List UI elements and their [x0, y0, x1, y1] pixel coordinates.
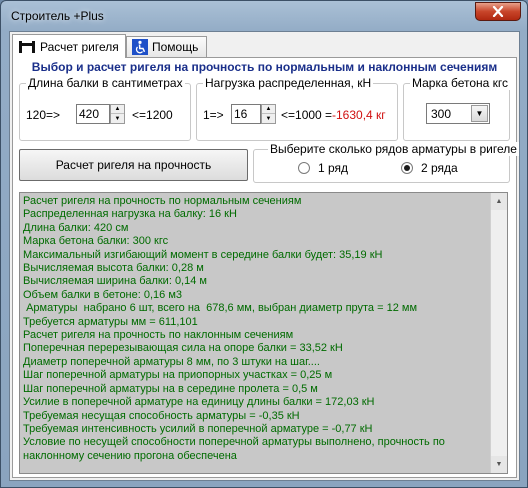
tab-help[interactable]: Помощь: [126, 36, 207, 57]
vertical-scrollbar[interactable]: ▲ ▼: [490, 193, 507, 473]
spin-down-icon[interactable]: ▼: [262, 114, 275, 123]
radio-button-selected[interactable]: [401, 162, 413, 174]
result-line: Длина балки: 420 см: [23, 221, 129, 234]
client-area: Расчет ригеля Помощь Выбор и расчет риге…: [9, 31, 520, 481]
spin-up-icon[interactable]: ▲: [111, 105, 124, 114]
result-line: Условие по несущей способности поперечно…: [23, 436, 448, 462]
radio-button[interactable]: [298, 162, 310, 174]
scroll-up-icon[interactable]: ▲: [491, 193, 507, 210]
results-textarea[interactable]: Расчет ригеля на прочность по нормальным…: [19, 192, 508, 474]
result-line: Требуемая интенсивность усилий в попереч…: [23, 422, 373, 435]
result-line: Диаметр поперечной арматуры 8 мм, по 3 ш…: [23, 355, 320, 368]
chevron-down-icon[interactable]: ▼: [471, 105, 488, 122]
beam-icon: [19, 40, 35, 53]
length-input[interactable]: [76, 104, 110, 124]
result-line: Объем балки в бетоне: 0,16 м3: [23, 288, 183, 301]
result-line: Требуется арматуры мм = 611,101: [23, 315, 198, 328]
tab-beam-calc[interactable]: Расчет ригеля: [12, 34, 126, 58]
concrete-legend: Марка бетона кгс: [410, 76, 511, 90]
load-legend: Нагрузка распределенная, кН: [203, 76, 374, 90]
concrete-group: Марка бетона кгс 300 ▼: [403, 76, 511, 141]
result-line: Шаг поперечной арматуры на приопорных уч…: [23, 369, 333, 382]
result-line: Вычисляемая ширина балки: 0,14 м: [23, 275, 207, 288]
length-group: Длина балки в сантиметрах 120=> ▲ ▼ <=12…: [19, 76, 191, 141]
length-max-label: <=1200: [132, 108, 173, 122]
result-line: Распределенная нагрузка на балку: 16 кН: [23, 208, 237, 221]
window-title: Строитель +Plus: [11, 9, 104, 23]
load-min-label: 1=>: [203, 108, 224, 122]
load-group: Нагрузка распределенная, кН 1=> ▲ ▼ <=10…: [196, 76, 398, 141]
length-min-label: 120=>: [26, 108, 61, 122]
length-spinner[interactable]: ▲ ▼: [110, 104, 125, 124]
result-line: Марка бетона балки: 300 кгс: [23, 235, 169, 248]
tab-help-label: Помощь: [152, 40, 199, 54]
spin-down-icon[interactable]: ▼: [111, 114, 124, 123]
result-line: Арматуры набрано 6 шт, всего на 678,6 мм…: [23, 302, 418, 315]
result-line: Поперечная перерезывающая сила на опоре …: [23, 342, 343, 355]
result-line: Вычисляемая высота балки: 0,28 м: [23, 262, 204, 275]
length-legend: Длина балки в сантиметрах: [26, 76, 185, 90]
wheelchair-icon: [132, 39, 148, 55]
concrete-grade-value: 300: [431, 107, 452, 121]
close-icon: [492, 6, 504, 17]
calc-beam-button[interactable]: Расчет ригеля на прочность: [19, 149, 248, 181]
title-bar[interactable]: Строитель +Plus: [1, 1, 527, 31]
load-input[interactable]: [231, 104, 261, 124]
result-line: Усилие в поперечной арматуре на единицу …: [23, 396, 375, 409]
panel-heading: Выбор и расчет ригеля на прочность по но…: [31, 60, 498, 74]
spin-up-icon[interactable]: ▲: [262, 105, 275, 114]
tab-beam-calc-label: Расчет ригеля: [40, 39, 119, 54]
close-button[interactable]: [475, 2, 521, 21]
result-line: Расчет ригеля на прочность по нормальным…: [23, 195, 302, 207]
result-line: Шаг поперечной арматуры на в середине пр…: [23, 382, 318, 395]
result-line: Требуемая несущая способность арматуры =…: [23, 409, 300, 422]
result-line: Максимальный изгибающий момент в середин…: [23, 248, 383, 261]
result-line: Расчет ригеля на прочность по наклонным …: [23, 329, 294, 342]
load-max-label: <=1000 =: [281, 108, 333, 122]
rebar-rows-legend: Выберите сколько рядов арматуры в ригеле: [268, 142, 519, 156]
radio-one-row[interactable]: 1 ряд: [298, 161, 348, 175]
radio-two-rows-label: 2 ряда: [421, 161, 458, 175]
app-window: Строитель +Plus Расчет ригеля Помощь Выб…: [0, 0, 528, 488]
scroll-down-icon[interactable]: ▼: [491, 456, 507, 473]
load-spinner[interactable]: ▲ ▼: [261, 104, 276, 124]
beam-calc-panel: Выбор и расчет ригеля на прочность по но…: [12, 57, 519, 478]
concrete-grade-select[interactable]: 300 ▼: [426, 103, 490, 124]
results-lines: Расчет ригеля на прочность по нормальным…: [23, 195, 489, 463]
radio-one-row-label: 1 ряд: [318, 161, 349, 175]
load-result: -1630,4: [332, 108, 373, 122]
load-unit: кг: [376, 108, 386, 122]
rebar-rows-group: Выберите сколько рядов арматуры в ригеле…: [253, 142, 519, 183]
radio-two-rows[interactable]: 2 ряда: [401, 161, 458, 175]
